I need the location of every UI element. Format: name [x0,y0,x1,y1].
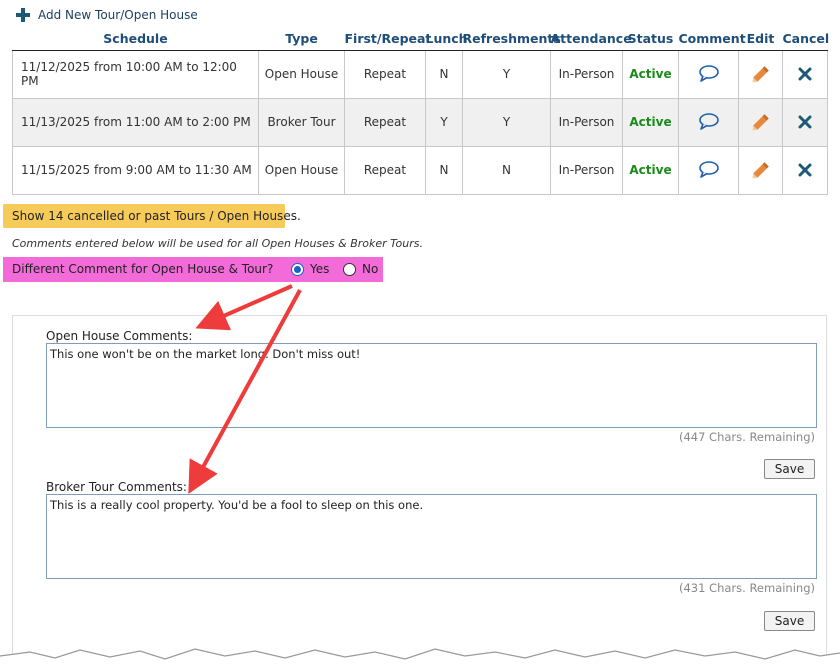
lunch-cell: N [425,49,463,99]
x-icon[interactable] [794,112,816,132]
edit-cell [738,145,783,195]
column-header-attendance[interactable]: Attendance [550,28,632,51]
lunch-cell: Y [425,97,463,147]
radio-no-button[interactable] [343,262,356,276]
save-open-house-comments-button[interactable]: Save [764,459,815,479]
comments-panel: Open House Comments: This one won't be o… [12,315,827,671]
status-cell: Active [622,145,679,195]
broker-tour-chars-remaining: (431 Chars. Remaining) [678,581,815,595]
refreshments-cell: Y [462,97,551,147]
show-cancelled-tours-link[interactable]: Show 14 cancelled or past Tours / Open H… [3,204,301,228]
broker-tour-comments-label: Broker Tour Comments: [46,480,187,494]
type-cell: Open House [258,49,345,99]
column-header-type[interactable]: Type [258,28,345,51]
table-row: 11/12/2025 from 10:00 AM to 12:00 PM Ope… [12,49,828,99]
column-header-status[interactable]: Status [622,28,679,51]
column-header-cancel: Cancel [782,28,829,51]
open-house-chars-remaining: (447 Chars. Remaining) [678,430,815,444]
open-house-comments-field[interactable]: This one won't be on the market long. Do… [46,343,817,428]
cancel-cell [782,97,828,147]
comment-cell [678,145,739,195]
attendance-cell: In-Person [550,97,623,147]
x-icon[interactable] [794,160,816,180]
lunch-cell: N [425,145,463,195]
pencil-icon[interactable] [750,160,772,180]
cancel-cell [782,145,828,195]
attendance-cell: In-Person [550,49,623,99]
tours-table: Schedule Type First/Repeat Lunch Refresh… [12,28,829,195]
type-cell: Open House [258,145,345,195]
comments-note: Comments entered below will be used for … [12,237,423,250]
different-comment-question: Different Comment for Open House & Tour? [12,262,274,276]
attendance-cell: In-Person [550,145,623,195]
refreshments-cell: Y [462,49,551,99]
radio-yes[interactable]: Yes [291,262,329,276]
edit-cell [738,97,783,147]
table-row: 11/13/2025 from 11:00 AM to 2:00 PM Brok… [12,97,828,147]
speech-bubble-icon[interactable] [698,112,720,132]
type-cell: Broker Tour [258,97,345,147]
torn-edge-decoration [0,648,840,671]
radio-no-label: No [362,262,379,276]
column-header-lunch[interactable]: Lunch [425,28,468,51]
add-new-tour-link[interactable]: Add New Tour/Open House [16,5,198,25]
x-icon[interactable] [794,64,816,84]
radio-yes-button[interactable] [291,262,304,276]
refreshments-cell: N [462,145,551,195]
open-house-comments-label: Open House Comments: [46,329,193,343]
column-header-refreshments[interactable]: Refreshments [462,28,561,51]
column-header-first-repeat[interactable]: First/Repeat [344,28,431,51]
different-comment-toggle: Different Comment for Open House & Tour?… [3,257,383,282]
cancel-cell [782,49,828,99]
pencil-icon[interactable] [750,64,772,84]
broker-tour-comments-field[interactable]: This is a really cool property. You'd be… [46,494,817,579]
first-repeat-cell: Repeat [344,49,426,99]
column-header-comment: Comment [678,28,746,51]
table-row: 11/15/2025 from 9:00 AM to 11:30 AM Open… [12,145,828,195]
comment-cell [678,49,739,99]
first-repeat-cell: Repeat [344,145,426,195]
first-repeat-cell: Repeat [344,97,426,147]
schedule-cell: 11/15/2025 from 9:00 AM to 11:30 AM [12,145,259,195]
speech-bubble-icon[interactable] [698,160,720,180]
status-cell: Active [622,97,679,147]
plus-icon [16,8,30,22]
schedule-cell: 11/12/2025 from 10:00 AM to 12:00 PM [12,49,259,99]
schedule-cell: 11/13/2025 from 11:00 AM to 2:00 PM [12,97,259,147]
pencil-icon[interactable] [750,112,772,132]
speech-bubble-icon[interactable] [698,64,720,84]
edit-cell [738,49,783,99]
add-new-tour-label: Add New Tour/Open House [38,8,198,22]
status-cell: Active [622,49,679,99]
column-header-schedule[interactable]: Schedule [12,28,259,51]
radio-no[interactable]: No [343,262,378,276]
comment-cell [678,97,739,147]
table-header-row: Schedule Type First/Repeat Lunch Refresh… [12,28,829,51]
radio-yes-label: Yes [310,262,330,276]
save-broker-tour-comments-button[interactable]: Save [764,611,815,631]
